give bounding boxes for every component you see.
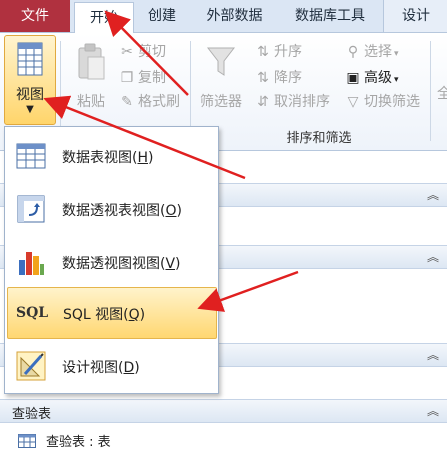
design-view-icon [15,350,47,382]
copy-icon: ❐ [120,70,134,86]
sort-ascending-icon: ⇅ [257,44,269,60]
nav-group-title: 查验表 [12,407,52,422]
format-painter-label: 格式刷 [138,94,180,110]
tab-file[interactable]: 文件 [0,0,70,32]
chevron-down-icon: ▾ [394,75,399,85]
chevron-up-icon: ︽ [426,250,439,264]
menu-item-label: 数据透视表视图(O) [62,203,182,219]
datasheet-view-icon [15,140,47,172]
nav-item-table[interactable]: 查验表 : 表 [18,431,111,450]
menu-item-label: SQL 视图(Q) [63,307,146,323]
chevron-up-icon: ︽ [426,188,439,202]
advanced-button[interactable]: ▣ 高级 ▾ [344,67,399,87]
chevron-up-icon: ︽ [426,348,439,362]
tab-database-tools[interactable]: 数据库工具 [280,0,380,32]
menu-item-pivottable-view[interactable]: 数据透视表视图(O) [7,184,215,234]
menu-item-label: 设计视图(D) [62,360,140,376]
advanced-filter-icon: ▣ [346,70,360,86]
copy-label: 复制 [138,70,166,86]
select-all-button[interactable]: 全 [437,83,447,103]
datasheet-icon [17,42,43,80]
view-button-label: 视图 [16,87,44,103]
sort-descending-icon: ⇅ [257,70,269,86]
ribbon-tab-bar: 文件 开始 创建 外部数据 数据库工具 设计 [0,0,447,34]
cut-label: 剪切 [138,44,166,60]
menu-item-pivotchart-view[interactable]: 数据透视图视图(V) [7,237,215,287]
format-painter-button[interactable]: ✎ 格式刷 [118,91,180,111]
cut-button[interactable]: ✂ 剪切 [118,41,166,61]
pivottable-icon [15,193,47,225]
menu-item-design-view[interactable]: 设计视图(D) [7,341,215,391]
paste-button[interactable]: 粘贴 [66,41,116,121]
nav-item-label: 查验表 : 表 [46,435,111,450]
filter-button[interactable]: 筛选器 [196,41,246,121]
sort-ascending-label: 升序 [274,44,302,60]
clear-sort-button[interactable]: ⇵ 取消排序 [254,91,330,111]
sort-ascending-button[interactable]: ⇅ 升序 [254,41,302,61]
clipboard-icon [76,43,106,87]
table-icon [18,434,36,448]
menu-item-datasheet-view[interactable]: 数据表视图(H) [7,131,215,181]
clear-sort-label: 取消排序 [274,94,330,110]
view-button[interactable]: 视图 ▼ [4,35,56,125]
sql-icon: SQL [16,305,49,321]
toggle-filter-button[interactable]: ▽ 切换筛选 [344,91,420,111]
nav-group-header-query[interactable]: 查验表 ︽ [0,399,447,423]
chevron-down-icon: ▾ [394,49,399,59]
menu-item-label: 数据透视图视图(V) [62,256,181,272]
sort-descending-label: 降序 [274,70,302,86]
selection-filter-icon: ⚲ [347,44,359,60]
sort-descending-button[interactable]: ⇅ 降序 [254,67,302,87]
menu-item-label: 数据表视图(H) [62,150,154,166]
pivotchart-icon [15,246,47,278]
selection-label: 选择 [364,44,392,60]
chevron-up-icon: ︽ [426,404,439,418]
selection-button[interactable]: ⚲ 选择 ▾ [344,41,399,61]
tab-design[interactable]: 设计 [383,0,447,32]
toggle-filter-icon: ▽ [347,94,359,110]
paste-label: 粘贴 [77,94,105,110]
view-dropdown-menu: 数据表视图(H) 数据透视表视图(O) 数据透视图视图(V) SQL SQL 视… [4,126,219,394]
menu-item-sql-view[interactable]: SQL SQL 视图(Q) [7,287,217,339]
tab-external-data[interactable]: 外部数据 [192,0,277,32]
advanced-label: 高级 [364,70,392,86]
filter-label: 筛选器 [200,94,242,110]
copy-button[interactable]: ❐ 复制 [118,67,166,87]
scissors-icon: ✂ [121,44,133,60]
tab-home[interactable]: 开始 [74,2,134,34]
group-label-sort-filter: 排序和筛选 [286,131,352,146]
tab-create[interactable]: 创建 [132,0,192,32]
paintbrush-icon: ✎ [121,94,133,110]
ribbon-separator [430,41,431,141]
chevron-down-icon: ▼ [26,104,34,115]
funnel-icon [206,47,236,85]
toggle-filter-label: 切换筛选 [364,94,420,110]
clear-sort-icon: ⇵ [257,94,269,110]
